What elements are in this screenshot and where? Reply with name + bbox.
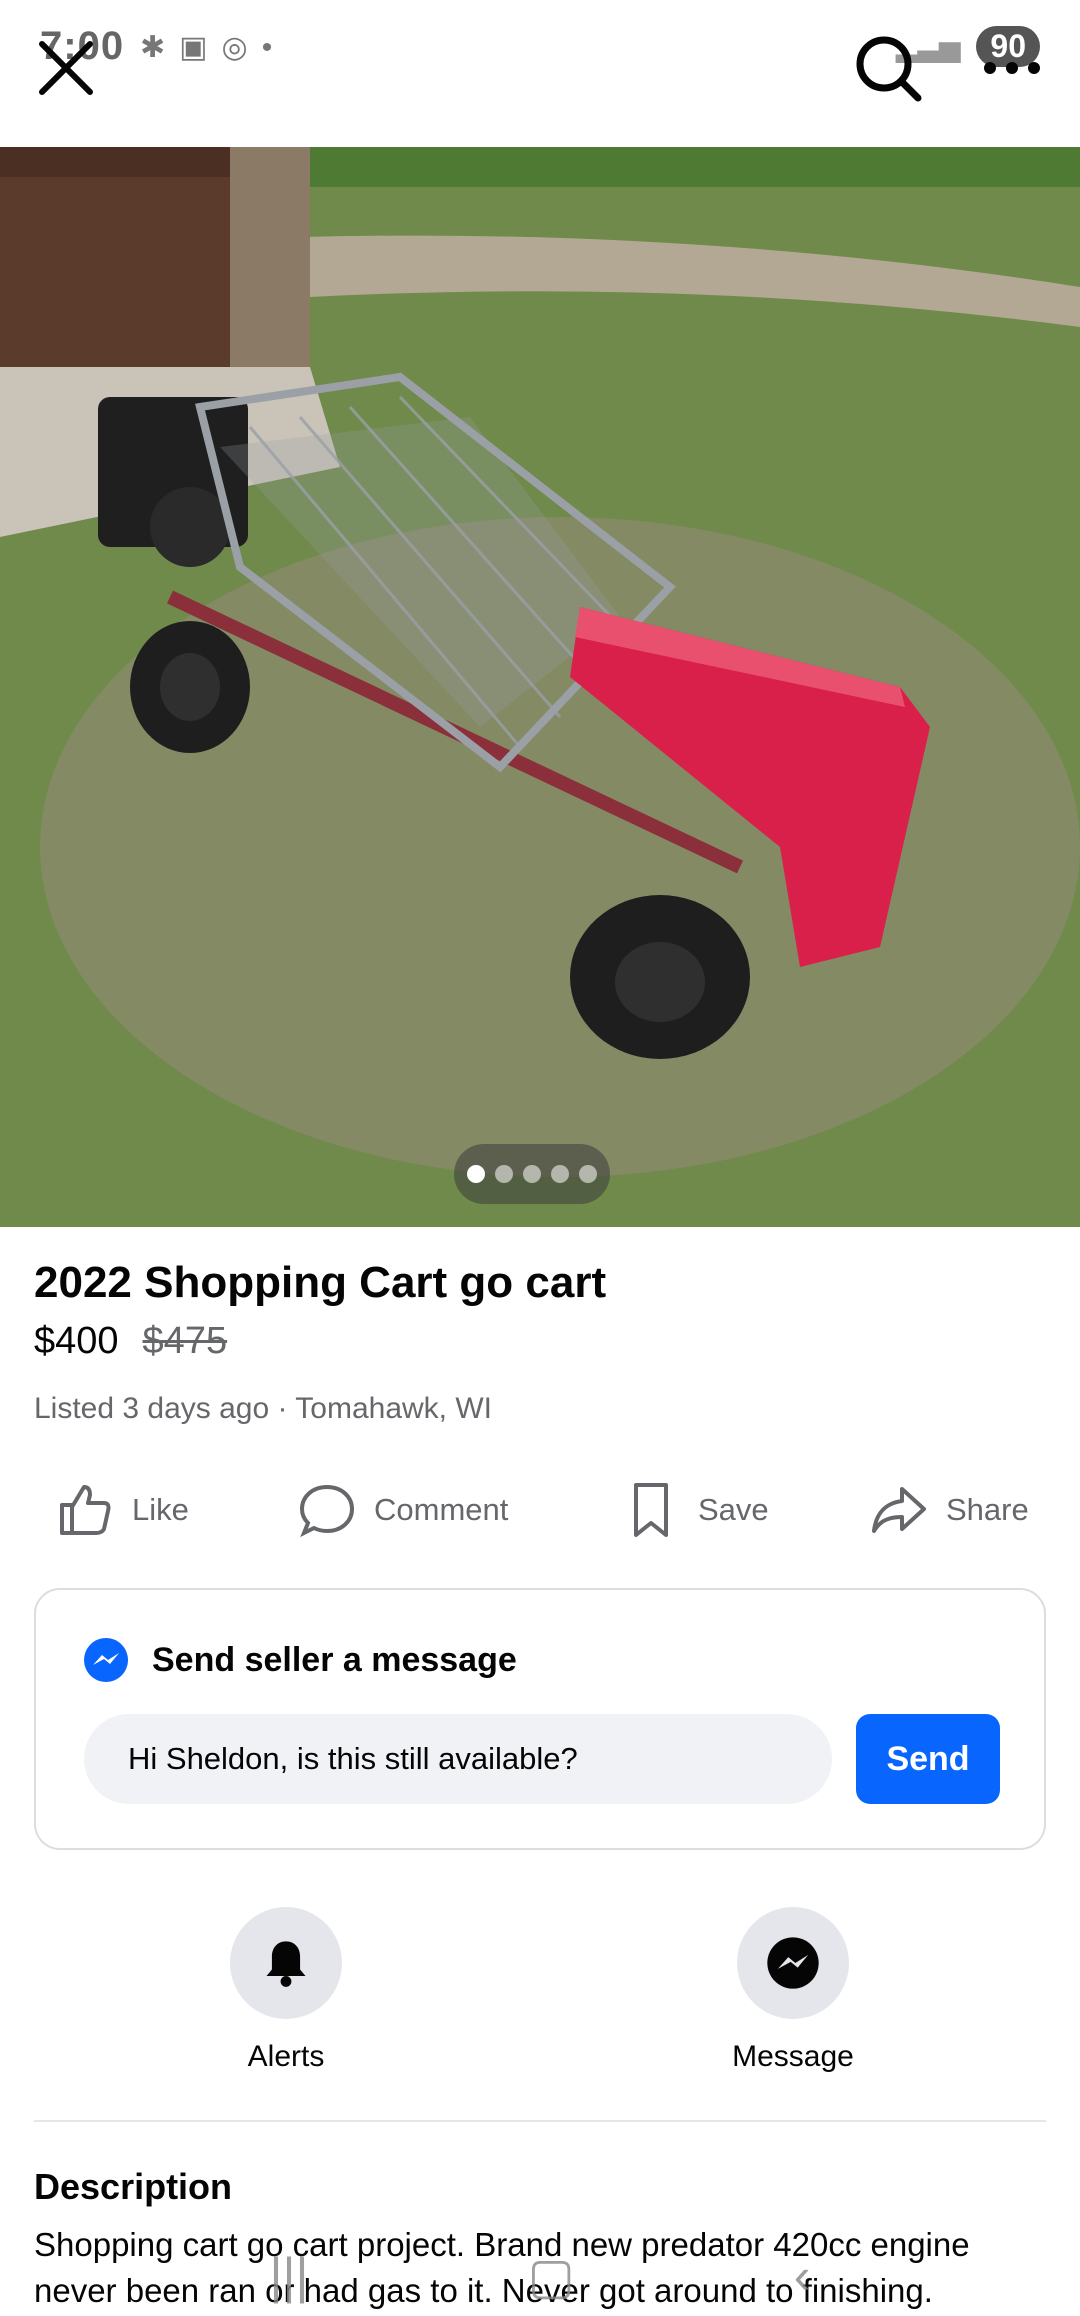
search-button[interactable] (852, 32, 924, 104)
home-icon[interactable]: ▢ (528, 2247, 575, 2305)
thumbs-up-icon (60, 1485, 111, 1535)
message-card-title: Send seller a message (152, 1640, 517, 1679)
message-card-header: Send seller a message (82, 1636, 517, 1684)
price-row: $400 $475 (34, 1320, 227, 1363)
message-input[interactable] (84, 1714, 832, 1804)
more-button[interactable] (980, 48, 1044, 88)
share-label: Share (946, 1492, 1029, 1527)
system-nav-bar: ||| ▢ ‹ (0, 2236, 1080, 2316)
bookmark-icon (634, 1483, 668, 1537)
save-label: Save (698, 1492, 769, 1527)
close-button[interactable] (34, 36, 98, 100)
photo-pagination (454, 1144, 610, 1204)
send-message-card: Send seller a message Send (34, 1588, 1046, 1850)
app-icon: ▣ (179, 31, 208, 64)
alerts-button[interactable] (230, 1907, 342, 2019)
original-price: $475 (142, 1320, 228, 1362)
listing-price: $400 (34, 1320, 119, 1362)
photo-dot (495, 1165, 513, 1183)
listing-meta[interactable]: Listed 3 days ago · Tomahawk, WI (34, 1392, 492, 1426)
comment-label: Comment (374, 1492, 509, 1527)
message-label: Message (732, 2040, 854, 2073)
top-bar: 7:00 ✱ ▣ ◎ • ▂▃▅ 90 (0, 0, 1080, 147)
bell-icon (266, 1941, 306, 1987)
messenger-icon (84, 1638, 128, 1682)
action-row: Like Comment Save Share (0, 1472, 1080, 1548)
like-button[interactable]: Like (56, 1472, 189, 1548)
more-icon (984, 62, 1040, 74)
close-icon (39, 41, 93, 95)
listing-photo[interactable] (0, 147, 1080, 1227)
description-heading: Description (34, 2166, 233, 2207)
back-icon[interactable]: ‹ (794, 2247, 811, 2305)
send-button[interactable]: Send (856, 1714, 1000, 1804)
comment-icon (299, 1484, 355, 1538)
recents-icon[interactable]: ||| (270, 2247, 309, 2305)
messenger-icon (767, 1937, 819, 1989)
app-icon-2: ◎ (221, 31, 248, 64)
divider (34, 2120, 1046, 2122)
photo-dot (551, 1165, 569, 1183)
listing-title: 2022 Shopping Cart go cart (34, 1258, 607, 1307)
go-cart-photo (0, 147, 1080, 1227)
search-icon (856, 36, 922, 102)
like-label: Like (132, 1492, 189, 1527)
share-icon (872, 1487, 926, 1533)
dot-icon: • (261, 30, 273, 64)
notification-icon: ✱ (140, 31, 166, 64)
status-icons: ✱ ▣ ◎ • (140, 30, 272, 65)
photo-dot-active (467, 1165, 485, 1183)
save-button[interactable]: Save (622, 1472, 769, 1548)
message-button[interactable] (737, 1907, 849, 2019)
alerts-label: Alerts (247, 2040, 325, 2073)
photo-dot (523, 1165, 541, 1183)
comment-button[interactable]: Comment (298, 1472, 508, 1548)
share-button[interactable]: Share (870, 1472, 1029, 1548)
photo-dot (579, 1165, 597, 1183)
